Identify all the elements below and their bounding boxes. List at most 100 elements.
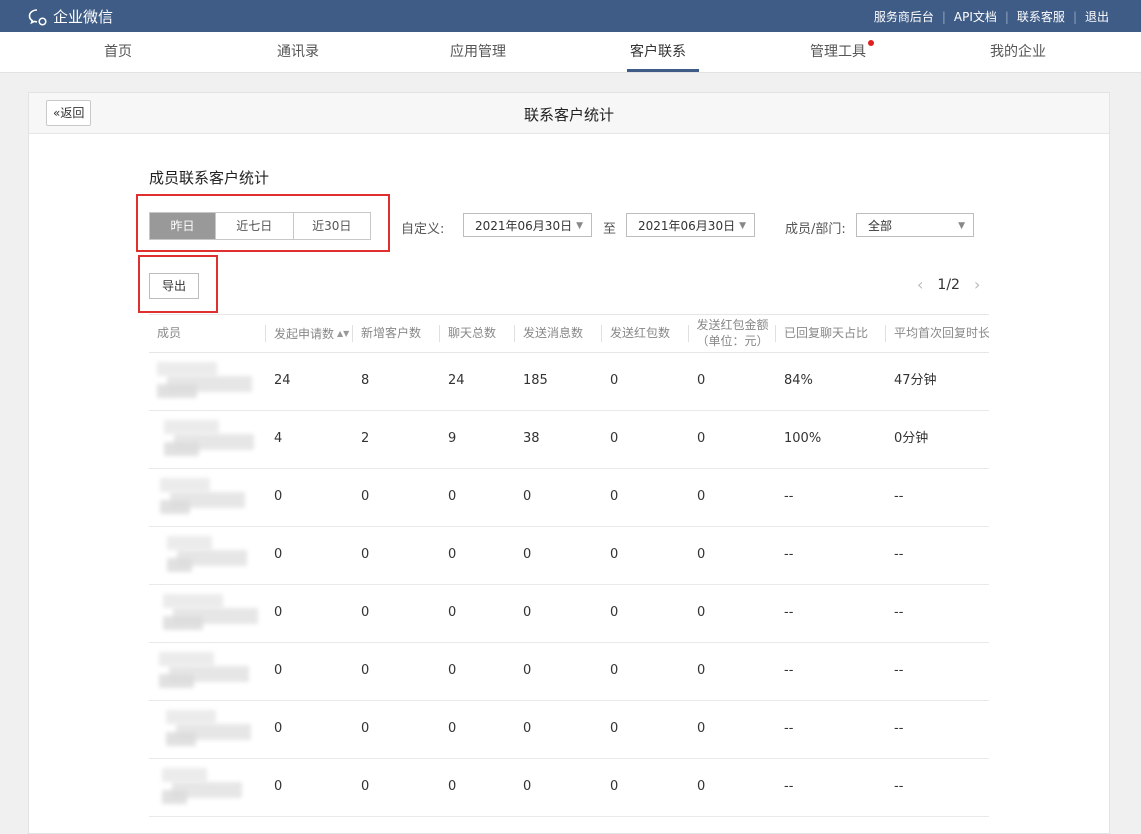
end-date-value: 2021年06月30日	[638, 219, 736, 233]
sort-icon[interactable]: ▲▼	[337, 329, 349, 338]
table-cell: 0	[448, 663, 457, 678]
table-cell: 0	[274, 605, 283, 620]
table-cell: --	[784, 721, 794, 736]
member-name-blurred	[157, 476, 252, 516]
start-date-select[interactable]: 2021年06月30日 ▼	[463, 213, 592, 237]
member-name-blurred	[157, 534, 252, 574]
col-label: 平均首次回复时长	[894, 326, 989, 340]
table-cell: 0	[274, 547, 283, 562]
col-label: 发起申请数	[274, 327, 335, 341]
range-last-30-days[interactable]: 近30日	[292, 213, 371, 239]
member-dept-value: 全部	[868, 219, 893, 233]
pager: ‹ 1/2 ›	[903, 275, 994, 294]
table-cell: --	[784, 547, 794, 562]
panel-header: «返回 联系客户统计	[29, 93, 1109, 134]
col-member: 成员	[149, 315, 266, 352]
separator: |	[1004, 9, 1009, 24]
table-cell: 0	[448, 605, 457, 620]
table-cell: --	[894, 663, 904, 678]
table-cell: 0	[361, 663, 370, 678]
link-provider-admin[interactable]: 服务商后台	[874, 8, 934, 25]
table-cell: 0	[448, 721, 457, 736]
table-cell: 24	[274, 373, 291, 388]
export-button[interactable]: 导出	[149, 273, 199, 299]
member-name-blurred	[157, 708, 252, 748]
member-name-blurred	[157, 650, 252, 690]
table-cell: 0	[274, 779, 283, 794]
table-row: 0 0 0 0 0 0 -- --	[149, 642, 989, 701]
link-logout[interactable]: 退出	[1085, 8, 1109, 25]
separator: |	[941, 9, 946, 24]
table-cell: --	[894, 779, 904, 794]
col-label: 新增客户数	[361, 326, 422, 340]
link-contact-support[interactable]: 联系客服	[1017, 8, 1065, 25]
table-cell: --	[784, 605, 794, 620]
table-cell: 0	[523, 547, 532, 562]
table-row: 0 0 0 0 0 0 -- --	[149, 758, 989, 817]
table-cell: 0	[610, 779, 619, 794]
member-dept-select[interactable]: 全部 ▼	[856, 213, 974, 237]
table-cell: 0	[610, 431, 619, 446]
nav-home[interactable]: 首页	[58, 32, 178, 72]
table-cell: 47分钟	[894, 373, 937, 388]
table-cell: 4	[274, 431, 283, 446]
table-cell: 0	[697, 431, 706, 446]
chevron-right-icon[interactable]: ›	[974, 275, 980, 294]
link-api-docs[interactable]: API文档	[954, 8, 997, 25]
col-label: 发送消息数	[523, 326, 584, 340]
table-cell: 0	[274, 721, 283, 736]
nav-customer-contact[interactable]: 客户联系	[598, 32, 718, 72]
col-chats: 聊天总数	[440, 315, 515, 352]
table-cell: --	[894, 605, 904, 620]
table-cell: --	[784, 663, 794, 678]
table-cell: 100%	[784, 431, 822, 446]
nav-app-management[interactable]: 应用管理	[418, 32, 538, 72]
table-cell: 84%	[784, 373, 813, 388]
table-cell: 38	[523, 431, 540, 446]
table-cell: 0	[361, 721, 370, 736]
table-cell: 0	[274, 663, 283, 678]
table-cell: 0	[448, 489, 457, 504]
nav-my-enterprise[interactable]: 我的企业	[958, 32, 1078, 72]
col-new-customers: 新增客户数	[353, 315, 440, 352]
chevron-left-icon[interactable]: ‹	[917, 275, 923, 294]
table-cell: 0	[610, 489, 619, 504]
section-title: 成员联系客户统计	[149, 169, 270, 187]
table-cell: --	[894, 489, 904, 504]
member-dept-label: 成员/部门:	[785, 222, 846, 237]
table-cell: 0	[523, 605, 532, 620]
app-logo[interactable]: 企业微信	[28, 6, 113, 27]
table-cell: 0	[610, 721, 619, 736]
col-avg-first-reply: 平均首次回复时长	[886, 315, 989, 352]
app-name: 企业微信	[53, 8, 114, 26]
nav-contacts[interactable]: 通讯录	[238, 32, 358, 72]
range-yesterday[interactable]: 昨日	[150, 213, 215, 239]
stats-panel: «返回 联系客户统计 成员联系客户统计 昨日 近七日 近30日 自定义: 202…	[28, 92, 1110, 834]
col-requests[interactable]: 发起申请数 ▲▼	[266, 315, 353, 352]
table-cell: 0	[361, 605, 370, 620]
separator: |	[1072, 9, 1077, 24]
page-indicator: 1/2	[937, 276, 960, 293]
table-cell: --	[784, 489, 794, 504]
col-red-packets: 发送红包数	[602, 315, 689, 352]
member-name-blurred	[157, 418, 254, 458]
table-cell: 0	[610, 663, 619, 678]
col-messages: 发送消息数	[515, 315, 602, 352]
table-cell: 0	[610, 605, 619, 620]
wecom-logo-icon	[28, 8, 47, 26]
table-cell: --	[784, 779, 794, 794]
table-row: 0 0 0 0 0 0 -- --	[149, 468, 989, 527]
caret-down-icon: ▼	[576, 221, 583, 231]
range-last-7-days[interactable]: 近七日	[215, 213, 293, 239]
col-label: 发送红包金额 （单位：元）	[696, 318, 769, 348]
nav-management-tools[interactable]: 管理工具	[778, 32, 898, 72]
end-date-select[interactable]: 2021年06月30日 ▼	[626, 213, 755, 237]
notification-dot	[868, 40, 874, 46]
table-cell: 0分钟	[894, 431, 929, 446]
table-cell: 0	[361, 779, 370, 794]
table-cell: 0	[523, 721, 532, 736]
table-row: 0 0 0 0 0 0 -- --	[149, 700, 989, 759]
table-cell: --	[894, 547, 904, 562]
table-cell: 0	[448, 547, 457, 562]
table-cell: 0	[523, 489, 532, 504]
